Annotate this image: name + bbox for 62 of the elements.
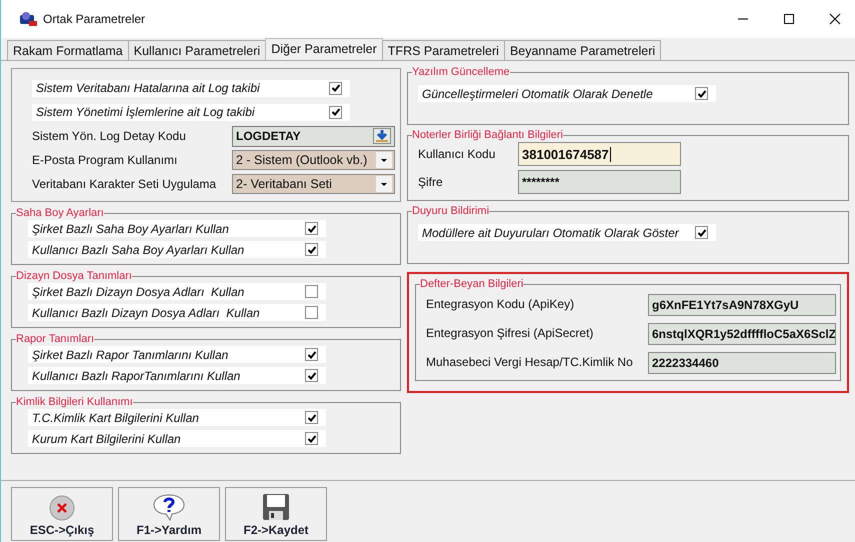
option-label: Güncelleştirmeleri Otomatik Olarak Denetle	[422, 86, 653, 100]
input-field[interactable]: g6XnFE1Yt7sA9N78XGyU	[648, 294, 836, 316]
option-label: Modüllere ait Duyuruları Otomatik Olarak Göster	[422, 226, 679, 240]
help-bubble-icon	[152, 493, 186, 521]
save-button[interactable]: F2->Kaydet	[225, 487, 327, 541]
field-label: Muhasebeci Vergi Hesap/TC.Kimlik No	[426, 354, 634, 368]
checkbox[interactable]	[329, 82, 342, 94]
dropdown[interactable]: 2 - Sistem (Outlook vb.)	[232, 150, 395, 170]
option-label: Sistem Veritabanı Hatalarına ait Log takibi	[36, 81, 260, 95]
input-field[interactable]: 381001674587	[518, 142, 681, 166]
group-title: Kimlik Bilgileri Kullanımı	[16, 396, 133, 408]
checkbox[interactable]	[305, 306, 318, 319]
option-label: Şirket Bazlı Rapor Tanımlarını Kullan	[32, 348, 228, 362]
group-title: Yazılım Güncelleme	[412, 66, 510, 78]
checkbox[interactable]	[305, 369, 318, 382]
group-title: Rapor Tanımları	[16, 333, 94, 345]
checkbox[interactable]	[305, 285, 318, 298]
option-label: Şirket Bazlı Dizayn Dosya Adları Kullan	[32, 284, 244, 298]
option-label: Kullanıcı Bazlı RaporTanımlarını Kullan	[32, 368, 240, 382]
field-label: Veritabanı Karakter Seti Uygulama	[32, 177, 218, 191]
checkbox[interactable]	[305, 222, 318, 235]
dropdown[interactable]: 2- Veritabanı Seti	[232, 174, 395, 194]
field-label: Şifre	[418, 175, 444, 189]
checkbox[interactable]	[695, 226, 708, 239]
group-title: Noterler Birliği Bağlantı Bilgileri	[412, 129, 564, 141]
input-field[interactable]: ********	[518, 170, 681, 194]
app-icon	[19, 11, 37, 27]
window-title: Ortak Parametreler	[43, 12, 146, 26]
close-icon[interactable]	[829, 13, 841, 25]
option-label: Şirket Bazlı Saha Boy Ayarları Kullan	[32, 222, 229, 236]
tab[interactable]: TFRS Parametreleri	[382, 40, 505, 60]
group-title: Dizayn Dosya Tanımları	[16, 270, 132, 282]
group-title: Defter-Beyan Bilgileri	[420, 278, 524, 290]
input-field[interactable]: 2222334460	[648, 352, 836, 374]
tab[interactable]: Beyanname Parametreleri	[504, 40, 662, 60]
checkbox[interactable]	[305, 348, 318, 361]
checkbox[interactable]	[305, 432, 318, 445]
checkbox[interactable]	[305, 411, 318, 424]
maximize-icon[interactable]	[783, 13, 795, 25]
option-label: T.C.Kimlik Kart Bilgilerini Kullan	[32, 410, 199, 424]
option-label: Kullanıcı Bazlı Dizayn Dosya Adları Kullan	[32, 306, 260, 320]
option-label: Kullanıcı Bazlı Saha Boy Ayarları Kullan	[32, 242, 244, 256]
group-title: Saha Boy Ayarları	[16, 207, 104, 219]
field-label: Entegrasyon Kodu (ApiKey)	[426, 296, 576, 310]
group-title: Duyuru Bildirimi	[412, 205, 490, 217]
exit-button[interactable]: ESC->Çıkış	[11, 487, 113, 541]
option-label: Sistem Yönetimi İşlemlerine ait Log takibi	[36, 105, 255, 119]
tab[interactable]: Kullanıcı Parametreleri	[128, 40, 266, 60]
field-label: Entegrasyon Şifresi (ApiSecret)	[426, 326, 594, 340]
tab[interactable]: Rakam Formatlama	[7, 40, 129, 60]
checkbox[interactable]	[695, 87, 708, 100]
checkbox[interactable]	[305, 243, 318, 256]
option-label: Kurum Kart Bilgilerini Kullan	[32, 432, 181, 446]
help-button[interactable]: F1->Yardım	[118, 487, 220, 541]
close-icon	[49, 495, 75, 521]
field-label: Sistem Yön. Log Detay Kodu	[32, 129, 187, 143]
checkbox[interactable]	[329, 106, 342, 118]
field-label: Kullanıcı Kodu	[418, 147, 496, 161]
lookup-field[interactable]: LOGDETAY	[232, 126, 395, 146]
download-icon[interactable]	[373, 128, 391, 144]
field-label: E-Posta Program Kullanımı	[32, 153, 178, 167]
tab[interactable]: Diğer Parametreler	[265, 38, 383, 60]
